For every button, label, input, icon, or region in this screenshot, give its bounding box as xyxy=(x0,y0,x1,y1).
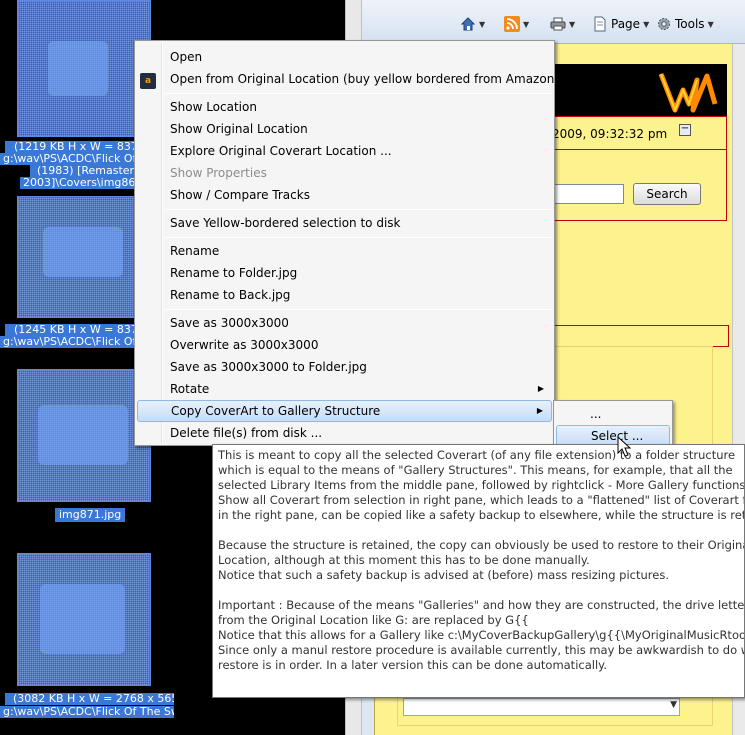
tooltip-line: Since only a manul restore procedure is … xyxy=(218,643,744,657)
thumbnail-1-caption-line-3[interactable]: 2003]\Covers\img862-1. xyxy=(20,177,151,189)
menu-item-delete-files[interactable]: Delete file(s) from disk ... xyxy=(137,422,552,444)
tooltip: This is meant to copy all the selected C… xyxy=(212,444,745,698)
tooltip-line: Notice that such a safety backup is advi… xyxy=(218,568,669,582)
home-button[interactable]: ▼ xyxy=(460,14,485,34)
tools-menu-button[interactable]: Tools ▼ xyxy=(656,14,714,34)
menu-item-show-location[interactable]: Show Location xyxy=(137,96,552,118)
menu-item-rename-back[interactable]: Rename to Back.jpg xyxy=(137,284,552,306)
tooltip-line: selected Library Items from the middle p… xyxy=(218,478,745,492)
tooltip-line: Because the structure is retained, the c… xyxy=(218,538,745,552)
thumbnail-1-caption-path[interactable]: g:\wav\PS\ACDC\Flick Of The xyxy=(0,153,151,165)
chevron-down-icon[interactable]: ▼ xyxy=(479,20,485,29)
menu-item-overwrite-3000[interactable]: Overwrite as 3000x3000 xyxy=(137,334,552,356)
menu-item-show-original-location[interactable]: Show Original Location xyxy=(137,118,552,140)
menu-separator xyxy=(165,309,552,310)
printer-icon xyxy=(550,16,566,32)
home-icon xyxy=(460,16,476,32)
thumbnail-1-caption-line-2[interactable]: (1983) [Remastered xyxy=(30,165,151,177)
menu-item-compare-tracks[interactable]: Show / Compare Tracks xyxy=(137,184,552,206)
submenu-item-ellipsis[interactable]: ... xyxy=(556,403,670,425)
menu-item-save-3000-folder[interactable]: Save as 3000x3000 to Folder.jpg xyxy=(137,356,552,378)
chevron-down-icon[interactable]: ▼ xyxy=(569,20,575,29)
tooltip-line: Important : Because of the means "Galler… xyxy=(218,598,745,612)
menu-item-explore-original-location[interactable]: Explore Original Coverart Location ... xyxy=(137,140,552,162)
menu-item-rename-folder[interactable]: Rename to Folder.jpg xyxy=(137,262,552,284)
thumbnail-2-caption-line-1[interactable]: (1245 KB H x W = 837 x 1 xyxy=(5,324,151,336)
submenu-arrow-icon: ▶ xyxy=(536,406,543,415)
mouse-cursor-icon xyxy=(617,436,632,457)
chevron-down-icon: ▼ xyxy=(643,19,650,29)
thumbnail-1-caption-line-1[interactable]: (1219 KB H x W = 837 x 1 xyxy=(5,141,151,153)
print-button[interactable]: ▼ xyxy=(550,14,575,34)
menu-item-show-properties: Show Properties xyxy=(170,166,267,180)
menu-item-copy-coverart[interactable]: Copy CoverArt to Gallery Structure ▶ xyxy=(137,400,552,422)
tooltip-line: Location, although at this moment this h… xyxy=(218,553,590,567)
rss-icon xyxy=(504,16,520,32)
context-menu: a Open Open from Original Location (buy … xyxy=(134,40,559,446)
tooltip-line xyxy=(218,583,744,598)
page-menu-button[interactable]: Page ▼ xyxy=(592,14,649,34)
search-button[interactable]: Search xyxy=(633,183,701,205)
submenu-arrow-icon: ▶ xyxy=(537,384,544,393)
thumbnail-3[interactable] xyxy=(17,369,151,502)
chevron-down-icon: ▼ xyxy=(707,19,714,29)
chevron-down-icon: ▼ xyxy=(670,700,677,710)
page-menu-label: Page xyxy=(611,17,641,31)
tooltip-line: from the Original Location like G: are r… xyxy=(218,613,529,627)
chevron-down-icon[interactable]: ▼ xyxy=(523,20,529,29)
site-logo-icon xyxy=(658,73,718,113)
tooltip-line: which is equal to the means of "Gallery … xyxy=(218,463,733,477)
gear-icon xyxy=(656,16,672,32)
tooltip-line xyxy=(218,523,744,538)
menu-item-open[interactable]: Open xyxy=(137,46,552,68)
tooltip-line: Show all Coverart from selection in righ… xyxy=(218,493,745,507)
browser-command-bar: ▼ ▼ ▼ Page ▼ Tools ▼ xyxy=(362,0,745,44)
menu-separator xyxy=(165,237,552,238)
menu-item-label: Copy CoverArt to Gallery Structure xyxy=(171,404,381,418)
thumbnail-3-filename[interactable]: img871.jpg xyxy=(55,508,126,522)
menu-separator xyxy=(165,93,552,94)
menu-item-rotate[interactable]: Rotate ▶ xyxy=(137,378,552,400)
tooltip-line: in the right pane, can be copied like a … xyxy=(218,508,745,522)
menu-item-save-selection[interactable]: Save Yellow-bordered selection to disk xyxy=(137,212,552,234)
tools-menu-label: Tools xyxy=(675,17,705,31)
menu-item-open-from-original[interactable]: Open from Original Location (buy yellow … xyxy=(137,68,559,90)
tooltip-line: Notice that this allows for a Gallery li… xyxy=(218,628,745,642)
menu-item-label: Rotate xyxy=(170,382,210,396)
thumbnail-1[interactable] xyxy=(17,0,151,137)
tooltip-line: This is meant to copy all the selected C… xyxy=(218,448,736,462)
collapse-icon[interactable]: − xyxy=(679,124,691,136)
menu-separator xyxy=(165,209,552,210)
menu-item-rename[interactable]: Rename xyxy=(137,240,552,262)
tooltip-line: restore is in order. In a later version … xyxy=(218,658,607,672)
menu-item-save-3000[interactable]: Save as 3000x3000 xyxy=(137,312,552,334)
bottom-dropdown[interactable]: ▼ xyxy=(403,698,680,716)
thumbnail-2[interactable] xyxy=(17,196,151,318)
thumbnail-2-caption-path[interactable]: g:\wav\PS\ACDC\Flick Of The xyxy=(0,336,151,348)
feeds-button[interactable]: ▼ xyxy=(504,14,529,34)
thumbnail-4-caption-line-1[interactable]: (3082 KB H x W = 2768 x 5655) xyxy=(5,693,174,705)
thumbnail-4-caption-path[interactable]: g:\wav\PS\ACDC\Flick Of The Swi xyxy=(0,706,174,718)
search-input[interactable] xyxy=(550,184,624,204)
page-icon xyxy=(592,16,608,32)
thumbnail-4[interactable] xyxy=(17,553,151,686)
post-date: 2009, 09:32:32 pm xyxy=(552,127,668,141)
